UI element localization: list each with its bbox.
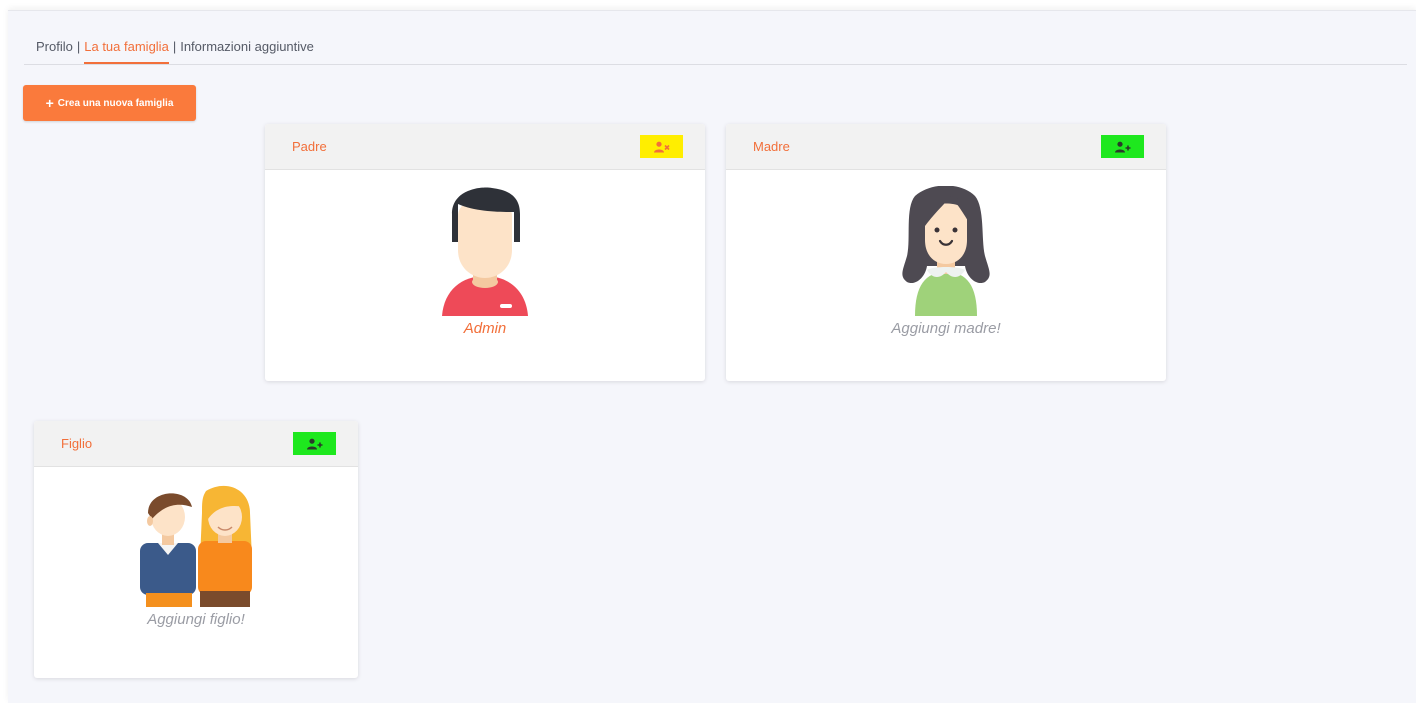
remove-father-button[interactable]	[640, 135, 683, 158]
father-avatar[interactable]	[440, 186, 530, 316]
mother-placeholder: Aggiungi madre!	[891, 320, 1001, 337]
father-name: Admin	[463, 320, 507, 337]
tab-separator: |	[172, 39, 177, 54]
tab-la-tua-famiglia[interactable]: La tua famiglia	[84, 39, 169, 64]
children-avatar[interactable]	[136, 483, 256, 607]
father-card: Padre Admin	[265, 124, 705, 381]
tab-profilo[interactable]: Profilo	[36, 39, 73, 62]
add-user-icon	[1114, 141, 1130, 152]
tab-divider	[24, 64, 1407, 65]
add-mother-button[interactable]	[1101, 135, 1144, 158]
card-title: Figlio	[61, 436, 93, 451]
card-body: Aggiungi figlio!	[34, 467, 358, 628]
card-body: Aggiungi madre!	[726, 170, 1166, 337]
card-header: Padre	[265, 124, 705, 170]
mother-card: Madre Aggiungi madre!	[726, 124, 1166, 381]
card-header: Figlio	[34, 421, 358, 467]
create-family-button[interactable]: + Crea una nuova famiglia	[23, 85, 196, 121]
tab-separator: |	[76, 39, 81, 54]
add-child-button[interactable]	[293, 432, 336, 455]
tab-informazioni-aggiuntive[interactable]: Informazioni aggiuntive	[180, 39, 314, 62]
remove-user-icon	[653, 141, 670, 152]
card-title: Madre	[753, 139, 790, 154]
plus-icon: +	[45, 95, 54, 111]
create-family-label: Crea una nuova famiglia	[57, 97, 174, 109]
tab-bar: Profilo | La tua famiglia | Informazioni…	[36, 39, 314, 65]
card-body: Admin	[265, 170, 705, 337]
child-card: Figlio Aggiungi figlio!	[34, 421, 358, 678]
child-placeholder: Aggiungi figlio!	[147, 611, 245, 628]
mother-avatar[interactable]	[901, 186, 991, 316]
card-title: Padre	[292, 139, 327, 154]
add-user-icon	[306, 438, 322, 449]
card-header: Madre	[726, 124, 1166, 170]
page-container: Profilo | La tua famiglia | Informazioni…	[8, 10, 1416, 703]
